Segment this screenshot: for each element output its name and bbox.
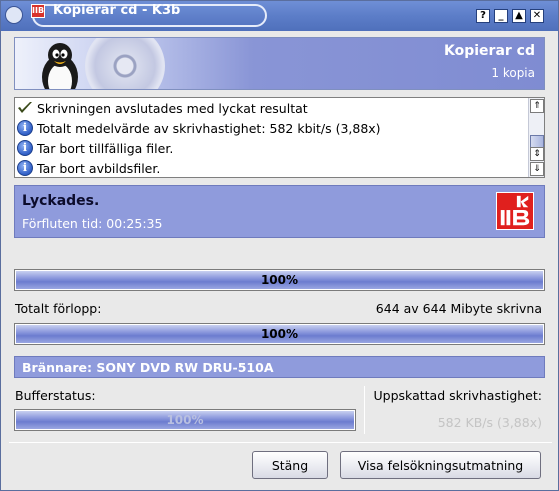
- burner-label: Brännare: SONY DVD RW DRU-510A: [22, 360, 274, 375]
- info-icon: i: [17, 140, 33, 156]
- scroll-bottom-button[interactable]: ⇓: [530, 162, 544, 176]
- maximize-button[interactable]: ▲: [512, 9, 526, 23]
- log-scrollbar[interactable]: ⇑ ⇕ ⇓: [528, 98, 544, 177]
- write-speed-label: Uppskattad skrivhastighet:: [373, 388, 542, 403]
- list-item[interactable]: Skrivningen avslutades med lyckat result…: [17, 98, 308, 118]
- minimize-button[interactable]: _: [494, 9, 508, 23]
- job-banner: Kopierar cd 1 kopia: [14, 37, 545, 90]
- track-progress-bar: 100%: [14, 269, 545, 291]
- total-progress-percent: 100%: [260, 327, 299, 341]
- checkmark-icon: [18, 102, 32, 113]
- list-item[interactable]: i Tar bort avbildsfiler.: [17, 158, 160, 178]
- scroll-up-button[interactable]: ⇕: [530, 147, 544, 161]
- window-menu-icon[interactable]: [5, 6, 23, 24]
- list-item[interactable]: i Totalt medelvärde av skrivhastighet: 5…: [17, 118, 381, 138]
- show-debug-output-button[interactable]: Visa felsökningsutmatning: [340, 451, 541, 479]
- vertical-divider: [364, 386, 365, 434]
- log-text: Skrivningen avslutades med lyckat result…: [37, 100, 308, 116]
- buffer-progress-label: 100%: [166, 413, 204, 427]
- info-icon: i: [17, 160, 33, 176]
- help-button[interactable]: ?: [476, 9, 490, 23]
- log-list[interactable]: Skrivningen avslutades med lyckat result…: [14, 97, 545, 178]
- k3b-app-icon: IIB: [31, 4, 45, 18]
- total-progress-bar: 100%: [14, 323, 545, 345]
- buffer-progress-bar: 100%: [14, 409, 356, 431]
- scroll-top-button[interactable]: ⇑: [530, 99, 544, 113]
- tux-penguin-icon: [42, 43, 78, 89]
- burner-header: Brännare: SONY DVD RW DRU-510A: [14, 356, 545, 378]
- log-text: Tar bort tillfälliga filer.: [37, 140, 174, 156]
- elapsed-time: Förfluten tid: 00:25:35: [22, 216, 163, 231]
- status-panel: Lyckades. Förfluten tid: 00:25:35: [14, 185, 545, 238]
- title-bar[interactable]: IIB Kopierar cd - K3b ? _ ▲ ✕: [1, 1, 558, 31]
- banner-title: Kopierar cd: [444, 43, 535, 59]
- close-window-button[interactable]: ✕: [530, 9, 544, 23]
- close-button[interactable]: Stäng: [252, 451, 328, 479]
- horizontal-divider: [9, 442, 552, 443]
- total-progress-info: 644 av 644 Mibyte skrivna: [375, 301, 542, 316]
- track-progress-label: 100%: [260, 273, 299, 287]
- window-title: Kopierar cd - K3b: [53, 3, 181, 18]
- log-text: Tar bort avbildsfiler.: [37, 160, 161, 176]
- cd-disc-icon: [85, 38, 165, 89]
- k3b-window: IIB Kopierar cd - K3b ? _ ▲ ✕ Kopierar c…: [0, 0, 559, 491]
- total-progress-label: Totalt förlopp:: [15, 301, 102, 316]
- buffer-status-label: Bufferstatus:: [15, 388, 96, 403]
- info-icon: i: [17, 120, 33, 136]
- banner-subtitle: 1 kopia: [491, 66, 535, 80]
- write-speed-value: 582 KB/s (3,88x): [437, 415, 542, 430]
- log-text: Totalt medelvärde av skrivhastighet: 582…: [37, 120, 381, 136]
- list-item[interactable]: i Tar bort tillfälliga filer.: [17, 138, 173, 158]
- k3b-logo-icon: [496, 192, 534, 230]
- status-title: Lyckades.: [22, 193, 100, 209]
